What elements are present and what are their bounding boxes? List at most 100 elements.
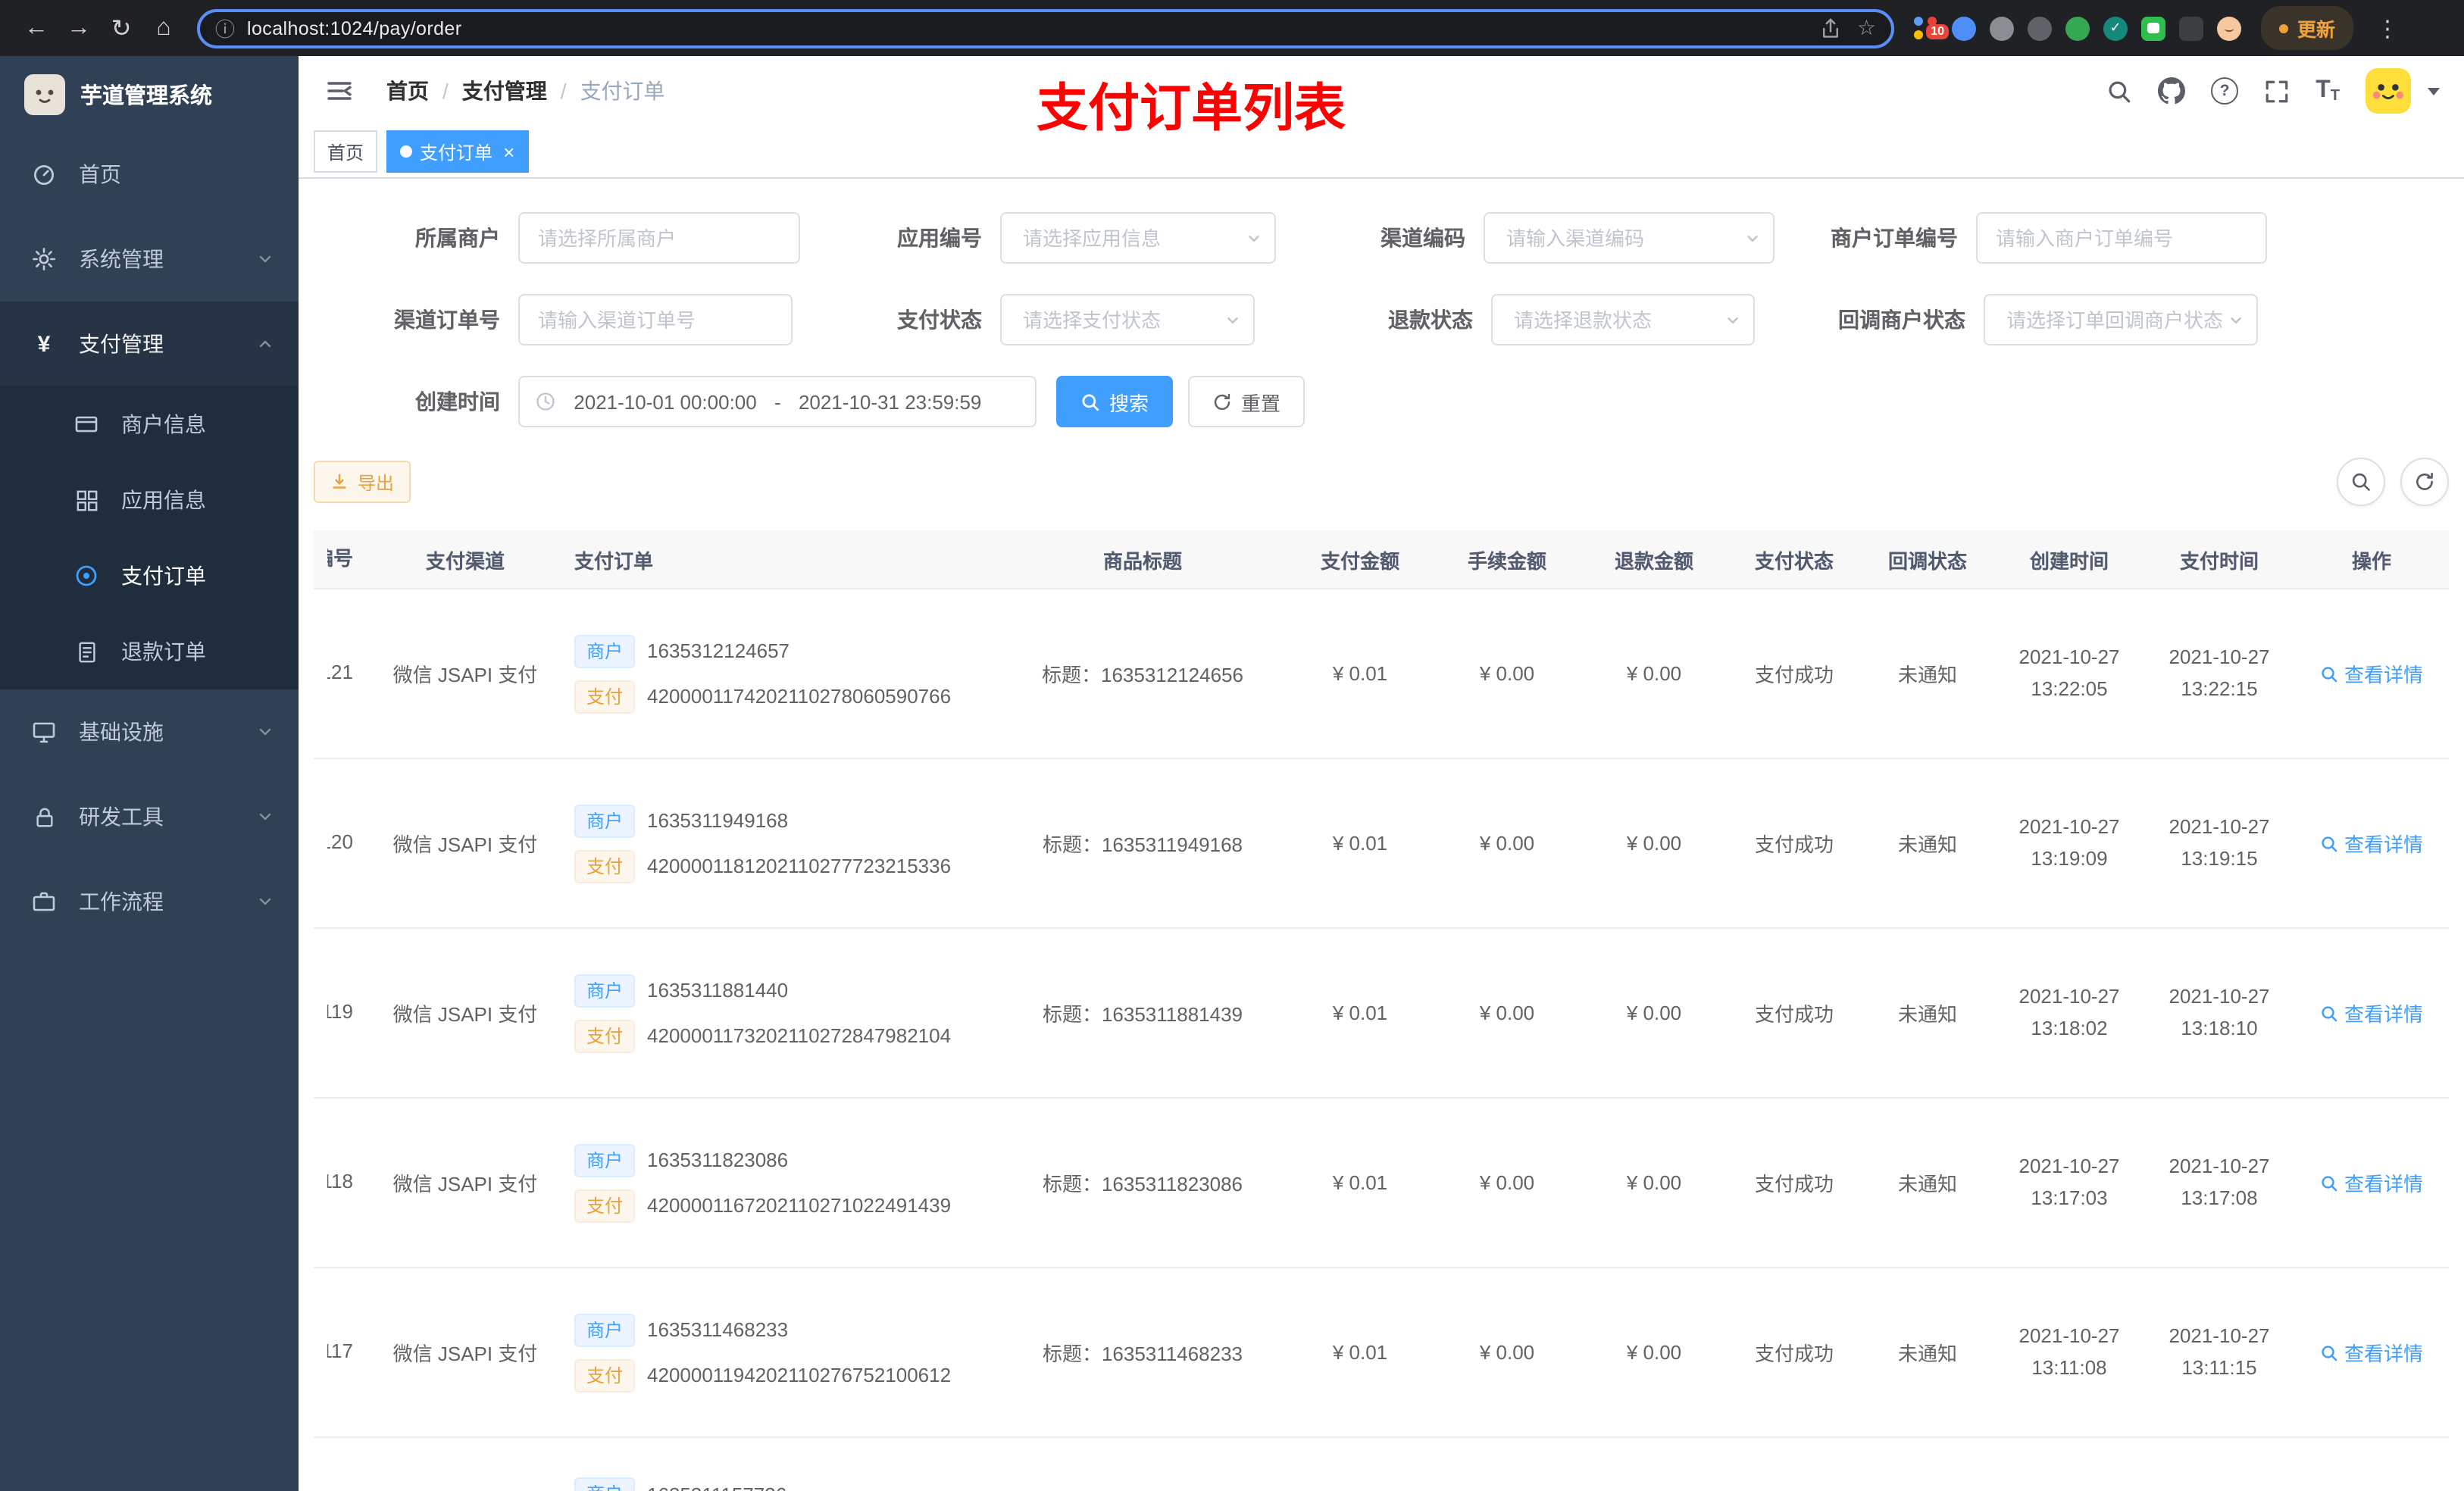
- merchant-order-no-input[interactable]: [1976, 212, 2267, 264]
- order-table-body: 121 微信 JSAPI 支付 商户 1635312124657 支付 4200…: [314, 589, 2449, 1438]
- channel-order-no-input[interactable]: [518, 294, 793, 345]
- cell-order-id: 120: [327, 830, 353, 852]
- search-icon[interactable]: [2106, 78, 2132, 104]
- extensions-icon[interactable]: 10: [1912, 15, 1949, 41]
- view-detail-link[interactable]: 查看详情: [2320, 829, 2423, 858]
- font-size-icon[interactable]: TT: [2315, 77, 2340, 105]
- toggle-search-button[interactable]: [2337, 458, 2385, 506]
- cell-order-id: 119: [327, 999, 353, 1022]
- breadcrumb: 首页 / 支付管理 / 支付订单: [386, 76, 665, 106]
- view-detail-link[interactable]: 查看详情: [2320, 1168, 2423, 1197]
- extension-chat-icon[interactable]: [2141, 16, 2165, 40]
- view-detail-link[interactable]: 查看详情: [2320, 659, 2423, 688]
- extension-grey-icon[interactable]: [1990, 16, 2014, 40]
- sidebar-item-workflow[interactable]: 工作流程: [0, 859, 299, 944]
- merchant-select[interactable]: [518, 212, 800, 264]
- create-time-range-picker[interactable]: -: [518, 376, 1037, 427]
- channel-code-select[interactable]: [1484, 212, 1775, 264]
- app-no-select[interactable]: [1000, 212, 1276, 264]
- merchant-tag: 商户: [574, 1143, 636, 1177]
- chevron-down-icon: [256, 723, 274, 741]
- forward-button[interactable]: →: [58, 7, 100, 49]
- tags-view-bar: 首页 支付订单 ×: [299, 126, 2464, 179]
- browser-extensions-area: 10 ✓ 更新 ⋮: [1912, 6, 2399, 50]
- merchant-no: 1635311949168: [647, 809, 789, 832]
- bookmark-star-icon[interactable]: ☆: [1857, 15, 1876, 41]
- sidebar-item-system[interactable]: 系统管理: [0, 217, 299, 302]
- create-time-end-input[interactable]: [790, 389, 990, 414]
- extension-blue-icon[interactable]: [1952, 16, 1976, 40]
- sidebar-item-merchant-info[interactable]: 商户信息: [0, 386, 299, 462]
- cell-title: 标题：1635311468233: [999, 1268, 1287, 1438]
- url-bar[interactable]: ⓘ localhost:1024/pay/order ☆: [197, 8, 1894, 48]
- browser-menu-icon[interactable]: ⋮: [2376, 14, 2399, 42]
- pay-date: 2021-10-27: [2169, 645, 2270, 668]
- callback-status-select[interactable]: [1984, 294, 2258, 345]
- filter-label-create-time: 创建时间: [415, 389, 500, 414]
- fullscreen-icon[interactable]: [2264, 78, 2290, 104]
- reload-button[interactable]: ↻: [100, 7, 142, 49]
- table-header-row: 编号 支付渠道 支付订单 商品标题 支付金额 手续金额 退款金额 支付状态 回调…: [314, 530, 2449, 589]
- breadcrumb-home[interactable]: 首页: [386, 76, 429, 106]
- hamburger-icon[interactable]: [314, 77, 365, 105]
- logo-avatar: [24, 73, 65, 114]
- export-button[interactable]: 导出: [314, 461, 411, 503]
- table-toolbar: 导出: [314, 458, 2449, 506]
- help-icon[interactable]: ?: [2211, 77, 2239, 105]
- sidebar-item-home[interactable]: 首页: [0, 132, 299, 217]
- tab-home[interactable]: 首页: [314, 130, 378, 173]
- refund-status-select[interactable]: [1491, 294, 1755, 345]
- filter-row-3: 创建时间 - 搜索 重置: [314, 376, 2449, 427]
- app-logo[interactable]: 芋道管理系统: [0, 56, 299, 132]
- cell-notify-status: 未通知: [1861, 1098, 1994, 1268]
- user-avatar[interactable]: [2366, 68, 2411, 114]
- sidebar-item-app-info[interactable]: 应用信息: [0, 462, 299, 538]
- tab-pay-order[interactable]: 支付订单 ×: [386, 130, 529, 173]
- refresh-table-button[interactable]: [2400, 458, 2449, 506]
- extension-green-icon[interactable]: [2065, 16, 2090, 40]
- pay-date: 2021-10-27: [2169, 984, 2270, 1008]
- filter-row-2: 渠道订单号 支付状态 退款状态: [314, 294, 2449, 345]
- pay-time: 13:17:08: [2181, 1186, 2258, 1208]
- action-label: 查看详情: [2344, 1173, 2423, 1196]
- tab-close-icon[interactable]: ×: [503, 142, 514, 161]
- pay-time: 13:22:15: [2181, 677, 2258, 699]
- browser-update-button[interactable]: 更新: [2261, 6, 2354, 50]
- sidebar-item-pay-order[interactable]: 支付订单: [0, 538, 299, 614]
- merchant-no: 1635311881440: [647, 979, 789, 1002]
- sidebar-item-infrastructure[interactable]: 基础设施: [0, 689, 299, 774]
- github-icon[interactable]: [2158, 77, 2186, 105]
- view-detail-link[interactable]: 查看详情: [2320, 999, 2423, 1027]
- extension-check-icon[interactable]: ✓: [2103, 16, 2128, 40]
- breadcrumb-pay-manage[interactable]: 支付管理: [462, 76, 547, 106]
- filter-label-pay-status: 支付状态: [897, 308, 982, 332]
- dashboard-icon: [30, 162, 58, 186]
- search-button[interactable]: 搜索: [1056, 376, 1174, 427]
- cell-pay-amount: ¥ 0.01: [1287, 589, 1434, 759]
- cell-fee-amount: ¥ 0.00: [1434, 1268, 1581, 1438]
- cell-refund-amount: ¥ 0.00: [1581, 589, 1728, 759]
- action-label: 查看详情: [2344, 1003, 2423, 1026]
- pay-time: 13:11:15: [2181, 1355, 2257, 1378]
- share-icon[interactable]: [1821, 17, 1842, 39]
- cell-pay-amount: ¥ 0.01: [1287, 1098, 1434, 1268]
- filter-label-refund-status: 退款状态: [1388, 308, 1473, 332]
- reset-button[interactable]: 重置: [1188, 376, 1305, 427]
- sidebar-item-refund-order[interactable]: 退款订单: [0, 614, 299, 689]
- cell-pay-status: 支付成功: [1728, 1098, 1861, 1268]
- site-info-icon[interactable]: ⓘ: [215, 14, 235, 42]
- home-button[interactable]: ⌂: [142, 7, 185, 49]
- sidebar-item-dev-tools[interactable]: 研发工具: [0, 774, 299, 859]
- extension-dark-icon[interactable]: [2028, 16, 2052, 40]
- profile-avatar-icon[interactable]: [2217, 16, 2241, 40]
- sidebar-item-payment[interactable]: ¥ 支付管理: [0, 302, 299, 386]
- table-row: 120 微信 JSAPI 支付 商户 1635311949168 支付 4200…: [314, 758, 2449, 929]
- create-time-start-input[interactable]: [565, 389, 765, 414]
- pay-status-select[interactable]: [1000, 294, 1255, 345]
- chevron-down-icon: [256, 808, 274, 826]
- cell-order-id: 118: [327, 1169, 353, 1192]
- back-button[interactable]: ←: [15, 7, 58, 49]
- cell-notify-status: 未通知: [1861, 928, 1994, 1099]
- extension-puzzle-icon[interactable]: [2179, 16, 2203, 40]
- view-detail-link[interactable]: 查看详情: [2320, 1338, 2423, 1367]
